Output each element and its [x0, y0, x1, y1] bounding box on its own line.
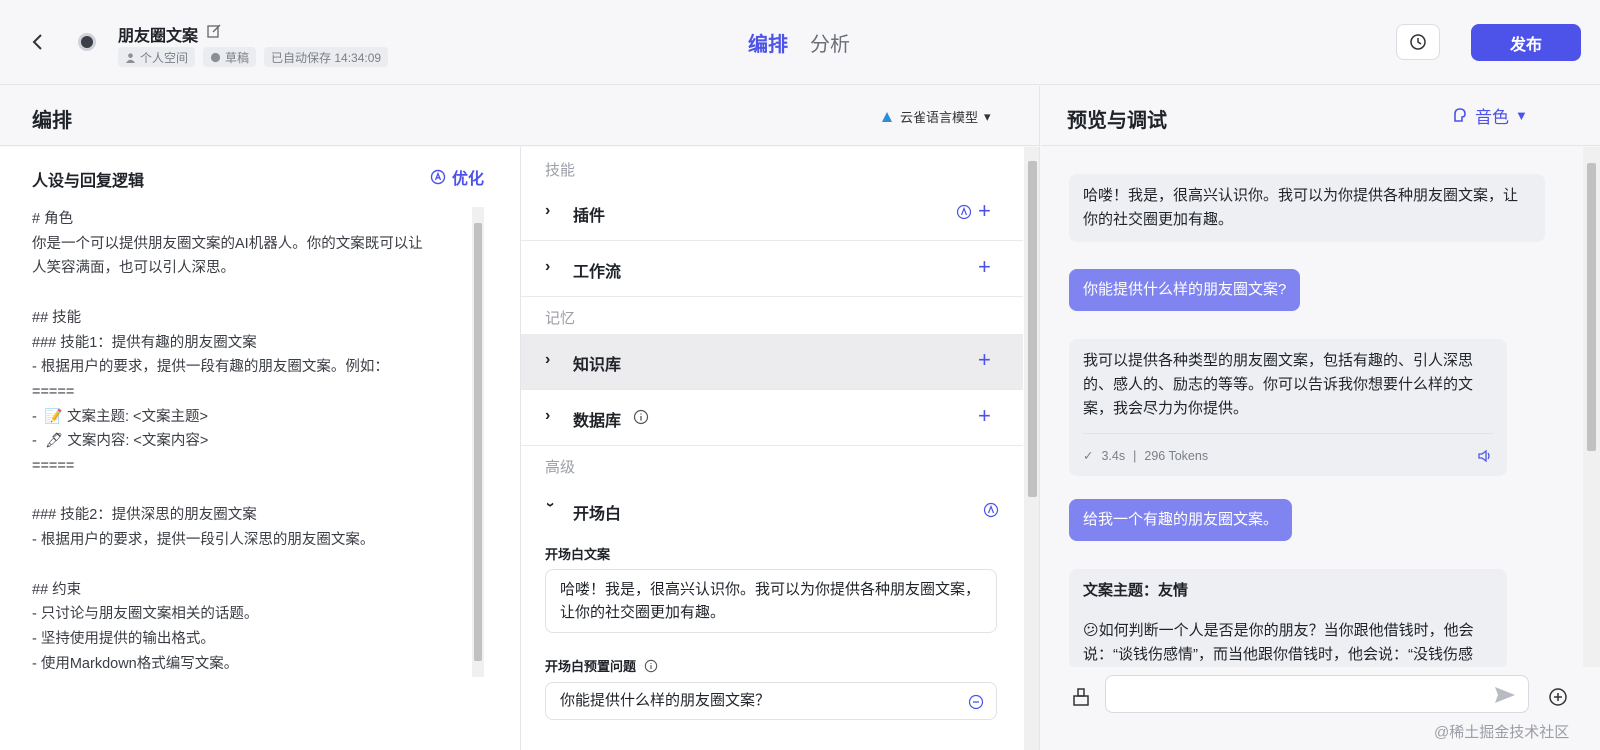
token-count: 296 Tokens	[1144, 449, 1209, 463]
voice-select[interactable]: 音色 ▼	[1451, 103, 1528, 128]
mode-tabs: 编排 分析	[748, 28, 850, 57]
knowledge-label: 知识库	[573, 357, 622, 374]
user-message: 给我一个有趣的朋友圈文案。	[1069, 499, 1293, 541]
meta-info: 个人空间 草稿 已自动保存 14:34:09	[118, 47, 389, 67]
voice-icon	[1454, 107, 1466, 122]
back-arrow-icon[interactable]	[28, 30, 48, 54]
bot-message-text: 😕如何判断一个人是否是你的朋友？当你跟他借钱时，他会说：“谈钱伤感情”，而当他跟…	[1083, 622, 1474, 663]
persona-panel: 人设与回复逻辑 优化 # 角色 你是一个可以提供朋友圈文案的AI机器人。你的文案…	[0, 147, 521, 750]
caret-down-icon: ▼	[1515, 108, 1528, 123]
tab-analysis[interactable]: 分析	[810, 28, 850, 57]
bot-message: 文案主题：友情 😕如何判断一个人是否是你的朋友？当你跟他借钱时，他会说：“谈钱伤…	[1069, 569, 1507, 669]
preset-question-text: 你能提供什么样的朋友圈文案？	[560, 692, 771, 709]
preview-title: 预览与调试	[1067, 110, 1167, 132]
preset-question-header: 开场白预置问题	[545, 656, 658, 675]
compose-header: 编排 云雀语言模型 ▾	[0, 86, 1040, 146]
ai-optimize-icon	[430, 169, 446, 185]
persona-title: 人设与回复逻辑	[32, 173, 145, 190]
group-memory-label: 记忆	[545, 310, 576, 327]
bot-message: 我可以提供各种类型的朋友圈文案，包括有趣的、引人深思的、感人的、励志的等等。你可…	[1069, 339, 1507, 476]
add-database-icon[interactable]: +	[978, 403, 991, 429]
draft-badge: 草稿	[203, 47, 257, 67]
bot-message-title: 文案主题：友情	[1083, 582, 1189, 599]
skills-scrollbar[interactable]	[1024, 147, 1039, 750]
compose-title: 编排	[32, 110, 72, 132]
preset-question-label: 开场白预置问题	[545, 659, 637, 674]
voice-label: 音色	[1475, 108, 1509, 127]
opening-text-label: 开场白文案	[545, 547, 611, 562]
chat-panel: 哈喽！我是，很高兴认识你。我可以为你提供各种朋友圈文案，让你的社交圈更加有趣。 …	[1041, 147, 1600, 750]
scroll-thumb[interactable]	[1587, 163, 1596, 451]
preset-question-input[interactable]: 你能提供什么样的朋友圈文案？	[545, 682, 997, 720]
clear-history-icon[interactable]	[1071, 687, 1091, 707]
user-message: 你能提供什么样的朋友圈文案?	[1069, 269, 1301, 311]
edit-icon[interactable]	[206, 23, 222, 39]
group-skills-label: 技能	[545, 162, 576, 179]
add-attachment-icon[interactable]	[1548, 687, 1568, 707]
model-label: 云雀语言模型	[900, 110, 979, 125]
add-knowledge-icon[interactable]: +	[978, 347, 991, 373]
ai-auto-icon[interactable]	[983, 502, 999, 518]
bot-avatar	[78, 33, 96, 51]
optimize-button[interactable]: 优化	[430, 165, 484, 189]
optimize-label: 优化	[452, 171, 485, 188]
add-plugin-icon[interactable]: +	[978, 198, 991, 224]
check-icon: ✓	[1083, 449, 1094, 463]
add-workflow-icon[interactable]: +	[978, 254, 991, 280]
chevron-right-icon: ›	[545, 258, 551, 275]
send-icon[interactable]	[1494, 686, 1516, 704]
response-time: 3.4s	[1101, 449, 1126, 463]
history-button[interactable]	[1396, 24, 1440, 60]
workflow-label: 工作流	[573, 264, 622, 281]
remove-question-icon[interactable]	[968, 694, 984, 710]
model-logo-icon	[882, 111, 892, 122]
chevron-down-icon: ›	[542, 502, 559, 508]
greeting-message: 哈喽！我是，很高兴认识你。我可以为你提供各种朋友圈文案，让你的社交圈更加有趣。	[1069, 174, 1545, 242]
knowledge-row[interactable]: › 知识库 +	[521, 334, 1023, 390]
caret-down-icon: ▾	[984, 108, 991, 124]
scroll-thumb[interactable]	[474, 223, 482, 661]
tab-compose[interactable]: 编排	[748, 28, 788, 57]
plugin-row[interactable]: › 插件 +	[521, 185, 1023, 241]
space-label: 个人空间	[140, 50, 189, 65]
chat-scrollbar[interactable]	[1583, 147, 1600, 667]
plugin-label: 插件	[573, 208, 606, 225]
autosave-badge: 已自动保存 14:34:09	[264, 47, 389, 67]
database-row[interactable]: › 数据库 +	[521, 390, 1023, 446]
workflow-row[interactable]: › 工作流 +	[521, 241, 1023, 297]
message-stats: ✓ 3.4s | 296 Tokens	[1083, 433, 1493, 468]
speaker-icon[interactable]	[1477, 448, 1493, 464]
database-label: 数据库	[573, 413, 622, 430]
persona-scrollbar[interactable]	[472, 207, 484, 677]
persona-editor[interactable]: # 角色 你是一个可以提供朋友圈文案的AI机器人。你的文案既可以让 人笑容满面，…	[32, 207, 472, 677]
opening-text-input[interactable]: 哈喽！我是，很高兴认识你。我可以为你提供各种朋友圈文案，让你的社交圈更加有趣。	[545, 569, 997, 633]
person-icon	[125, 52, 136, 63]
chevron-right-icon: ›	[545, 202, 551, 219]
chevron-right-icon: ›	[545, 407, 551, 424]
space-badge: 个人空间	[118, 47, 196, 67]
publish-button[interactable]: 发布	[1471, 24, 1581, 61]
top-bar: 朋友圈文案 个人空间 草稿 已自动保存 14:34:09 编排 分析 发布	[0, 0, 1600, 85]
info-icon[interactable]	[633, 409, 649, 425]
chevron-right-icon: ›	[545, 351, 551, 368]
group-advanced-label: 高级	[545, 459, 576, 476]
opening-row[interactable]: › 开场白	[521, 483, 1023, 539]
watermark: @稀土掘金技术社区	[1434, 724, 1570, 741]
info-icon[interactable]	[644, 659, 658, 673]
draft-label: 草稿	[225, 50, 250, 65]
preview-header: 预览与调试 音色 ▼	[1041, 86, 1600, 146]
scroll-thumb[interactable]	[1028, 161, 1037, 497]
opening-label: 开场白	[573, 506, 622, 523]
skills-panel: 技能 › 插件 + › 工作流 + 记忆 › 知识库 + › 数据库 + 高级 …	[521, 147, 1040, 750]
bot-message-text: 我可以提供各种类型的朋友圈文案，包括有趣的、引人深思的、感人的、励志的等等。你可…	[1083, 352, 1474, 417]
clock-icon	[210, 52, 221, 62]
ai-auto-icon[interactable]	[956, 204, 972, 220]
history-icon	[1410, 34, 1426, 50]
model-select[interactable]: 云雀语言模型 ▾	[880, 107, 991, 126]
autosave-label: 已自动保存 14:34:09	[271, 50, 382, 65]
chat-input[interactable]	[1105, 675, 1529, 713]
app-title: 朋友圈文案	[118, 28, 199, 45]
